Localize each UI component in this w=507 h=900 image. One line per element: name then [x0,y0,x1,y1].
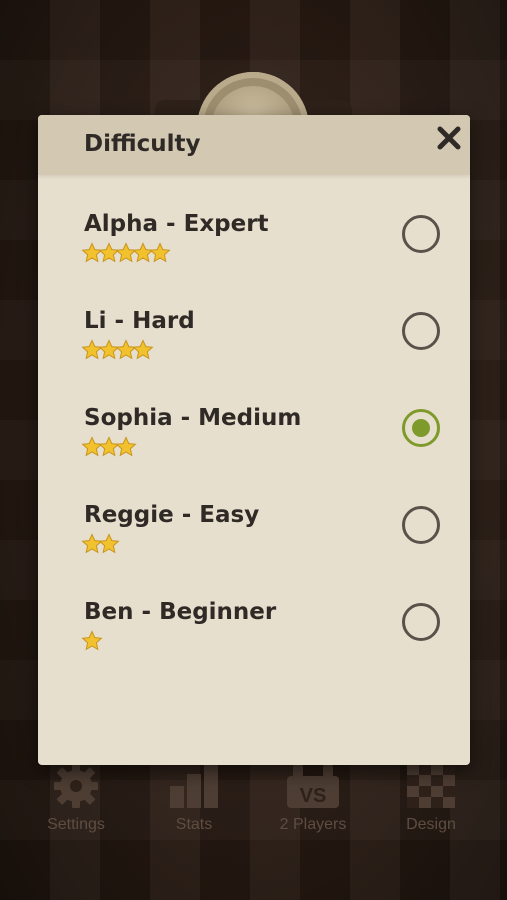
bar-chart-icon [139,762,249,810]
nav-2-players[interactable]: VS 2 Players [258,762,368,834]
difficulty-stars [81,436,137,460]
checkerboard-icon [376,762,486,810]
difficulty-option[interactable]: Reggie - Easy [38,502,470,582]
star-icon [81,630,103,651]
gear-icon [21,762,131,810]
difficulty-option[interactable]: Sophia - Medium [38,405,470,485]
difficulty-radio[interactable] [402,506,440,544]
close-button[interactable] [434,123,464,153]
difficulty-stars [81,533,120,557]
nav-settings[interactable]: Settings [21,762,131,834]
close-icon [437,126,461,150]
bottom-nav: Settings Stats VS 2 Players Design [0,762,507,852]
radio-selected-dot [412,419,430,437]
versus-icon-text: VS [300,785,327,807]
nav-stats-label: Stats [175,816,213,833]
difficulty-radio[interactable] [402,603,440,641]
nav-2-players-label: 2 Players [279,816,347,833]
difficulty-option[interactable]: Li - Hard [38,308,470,388]
star-icon [98,533,120,554]
difficulty-stars [81,242,171,266]
nav-stats[interactable]: Stats [139,762,249,834]
nav-settings-label: Settings [47,816,105,833]
nav-design[interactable]: Design [376,762,486,834]
versus-icon: VS [258,762,368,810]
difficulty-radio[interactable] [402,312,440,350]
difficulty-option-label: Reggie - Easy [84,502,260,528]
dialog-header: Difficulty [38,115,470,175]
difficulty-stars [81,630,103,654]
star-icon [132,339,154,360]
star-icon [115,436,137,457]
nav-design-label: Design [406,816,456,833]
difficulty-dialog: Difficulty Alpha - Expert Li - Hard Sophia… [38,115,470,765]
difficulty-option[interactable]: Ben - Beginner [38,599,470,679]
difficulty-stars [81,339,154,363]
difficulty-option[interactable]: Alpha - Expert [38,211,470,291]
difficulty-option-label: Sophia - Medium [84,405,302,431]
difficulty-radio[interactable] [402,215,440,253]
star-icon [149,242,171,263]
difficulty-option-label: Li - Hard [84,308,195,334]
difficulty-option-label: Alpha - Expert [84,211,269,237]
dialog-title: Difficulty [84,131,201,157]
difficulty-radio[interactable] [402,409,440,447]
difficulty-option-label: Ben - Beginner [84,599,277,625]
